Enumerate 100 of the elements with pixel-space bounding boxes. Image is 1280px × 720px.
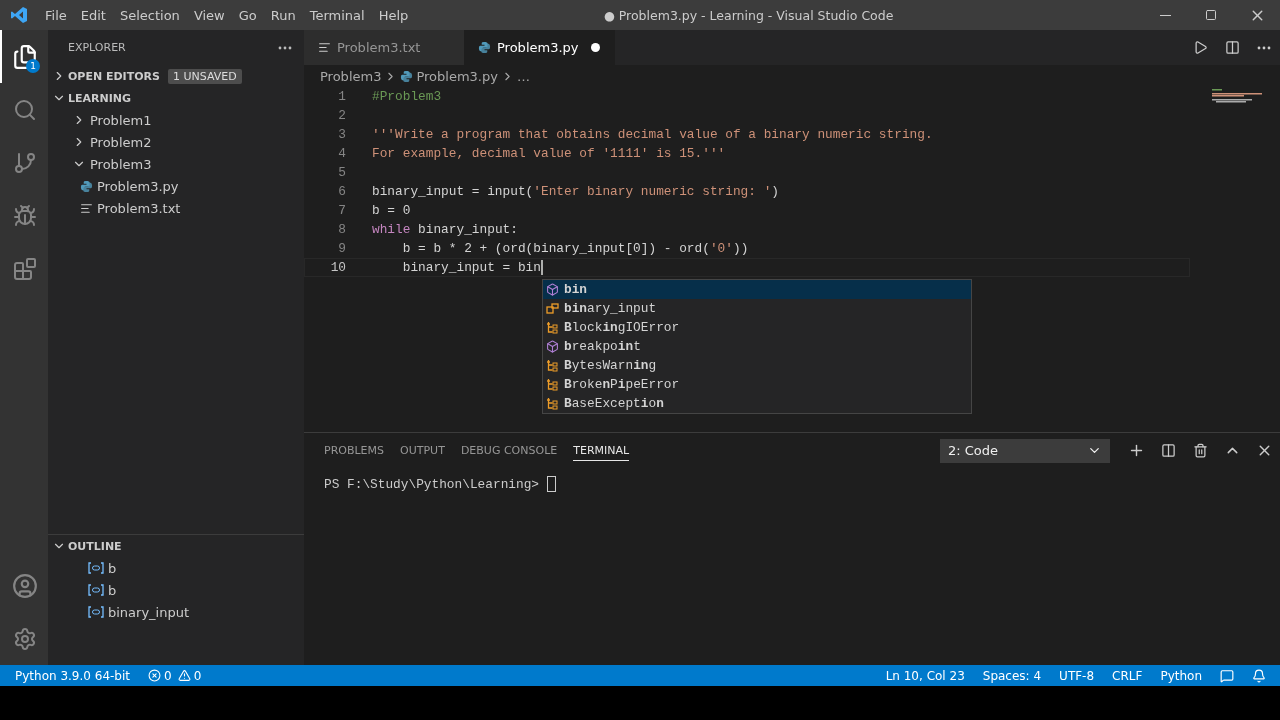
feedback-icon xyxy=(1220,668,1234,683)
maximize-icon xyxy=(1205,9,1217,21)
feedback-button[interactable] xyxy=(1220,668,1234,683)
panel-tab[interactable]: TERMINAL xyxy=(573,440,630,461)
sidebar-title: EXPLORER xyxy=(68,41,126,54)
menu-item[interactable]: View xyxy=(186,7,232,23)
bug-icon xyxy=(13,203,37,228)
cube-icon xyxy=(546,283,559,296)
error-count: 0 xyxy=(164,668,172,683)
menu-item[interactable]: Terminal xyxy=(302,7,372,23)
python-icon xyxy=(80,179,93,193)
status-item[interactable]: UTF-8 xyxy=(1059,668,1095,683)
problems-status[interactable]: 0 0 xyxy=(148,668,202,683)
menu-item[interactable]: Help xyxy=(371,7,416,23)
variable-icon xyxy=(88,584,104,596)
line-number: 3 xyxy=(337,127,346,142)
line-number: 2 xyxy=(337,108,346,123)
folder-row[interactable]: Problem1 xyxy=(48,109,304,131)
more-button[interactable] xyxy=(278,45,292,50)
trash-icon xyxy=(1192,443,1208,458)
line-number: 4 xyxy=(337,146,346,161)
warning-icon xyxy=(177,669,191,682)
class-icon xyxy=(546,378,559,391)
menu-item[interactable]: File xyxy=(38,7,74,23)
outline-item[interactable]: b xyxy=(48,557,304,579)
suggestion-item[interactable]: breakpoint xyxy=(543,337,971,356)
suggestion-item[interactable]: bin xyxy=(543,280,971,299)
editor-tab[interactable]: Problem3.py xyxy=(464,30,615,65)
settings-icon xyxy=(13,626,37,651)
window-title: ● Problem3.py - Learning - Visual Studio Code xyxy=(602,7,895,23)
suggestion-item[interactable]: BlockingIOError xyxy=(543,318,971,337)
text-file-icon xyxy=(318,41,331,54)
code-line: binary_input = input('Enter binary numeric string: ') xyxy=(372,184,780,199)
text-file-icon xyxy=(80,201,93,215)
suggestion-item[interactable]: binary_input xyxy=(543,299,971,318)
code-line: b = b * 2 + (ord(binary_input[0]) - ord('0')) xyxy=(401,241,749,256)
interpreter-status[interactable]: Python 3.9.0 64-bit xyxy=(15,668,130,683)
split-icon xyxy=(1224,40,1240,55)
breadcrumb-item[interactable]: … xyxy=(516,68,530,84)
branch-icon xyxy=(13,150,37,175)
search-icon xyxy=(13,97,37,122)
class-icon xyxy=(546,321,559,334)
tree-item[interactable]: Problem3.txt xyxy=(48,197,304,219)
outline-item[interactable]: binary_input xyxy=(48,601,304,623)
editor-tab[interactable]: Problem3.txt xyxy=(304,30,464,65)
terminal-prompt: PS F:\Study\Python\Learning> xyxy=(324,476,541,492)
suggestion-item[interactable]: BrokenPipeError xyxy=(543,375,971,394)
menu-item[interactable]: Selection xyxy=(112,7,187,23)
outline-item[interactable]: b xyxy=(48,579,304,601)
split-icon xyxy=(1160,443,1176,458)
breadcrumb-item[interactable]: Problem3 xyxy=(320,68,382,84)
play-icon xyxy=(1192,40,1208,55)
bell-icon xyxy=(1252,668,1266,683)
line-number: 7 xyxy=(337,203,346,218)
status-item[interactable]: Ln 10, Col 23 xyxy=(885,668,965,683)
blocks-icon xyxy=(13,256,37,281)
menu-item[interactable]: Go xyxy=(231,7,264,23)
status-item[interactable]: CRLF xyxy=(1112,668,1143,683)
variable-icon xyxy=(88,562,104,574)
notification-button[interactable] xyxy=(1252,668,1266,683)
section-header[interactable]: LEARNING xyxy=(48,87,304,109)
code-line: '''Write a program that obtains decimal value of a binary numeric string. xyxy=(372,127,933,142)
python-icon xyxy=(400,69,414,83)
section-title: OPEN EDITORS xyxy=(68,69,160,83)
panel-tab[interactable]: DEBUG CONSOLE xyxy=(460,440,558,461)
warning-count: 0 xyxy=(193,668,202,683)
variable-icon xyxy=(546,302,559,315)
minimap-drawing xyxy=(1212,89,1264,103)
code-line: #Problem3 xyxy=(372,89,442,104)
panel-tab[interactable]: PROBLEMS xyxy=(324,440,385,461)
code-line: For example, decimal value of '1111' is 15.''' xyxy=(372,146,726,161)
status-item[interactable]: Spaces: 4 xyxy=(982,668,1042,683)
line-number: 8 xyxy=(337,222,346,237)
folder-row[interactable]: Problem2 xyxy=(48,131,304,153)
class-icon xyxy=(546,397,559,410)
app-logo xyxy=(10,6,28,24)
section-title: OUTLINE xyxy=(68,539,122,553)
account-icon xyxy=(12,572,38,599)
suggestion-item[interactable]: BaseException xyxy=(543,394,971,413)
breadcrumb-item[interactable]: Problem3.py xyxy=(416,68,498,84)
section-header[interactable]: OUTLINE xyxy=(48,535,304,557)
status-item[interactable]: Python xyxy=(1160,668,1202,683)
tree-item[interactable]: Problem3.py xyxy=(48,175,304,197)
line-number: 9 xyxy=(337,241,346,256)
line-number: 6 xyxy=(337,184,346,199)
unsaved-badge: 1 UNSAVED xyxy=(167,68,242,84)
terminal-cursor xyxy=(546,476,556,492)
more-icon xyxy=(278,45,292,50)
suggestion-item[interactable]: BytesWarning xyxy=(543,356,971,375)
more-icon xyxy=(1257,45,1271,50)
panel-tab[interactable]: OUTPUT xyxy=(400,440,445,461)
section-header[interactable]: OPEN EDITORS 1 UNSAVED xyxy=(48,65,304,87)
python-icon xyxy=(478,41,491,54)
folder-row[interactable]: Problem3 xyxy=(48,153,304,175)
cube-icon xyxy=(546,340,559,353)
line-number: 5 xyxy=(337,165,346,180)
error-icon xyxy=(148,669,161,682)
terminal-select[interactable]: 2: Code xyxy=(940,438,1110,463)
menu-item[interactable]: Run xyxy=(263,7,303,23)
menu-item[interactable]: Edit xyxy=(73,7,113,23)
